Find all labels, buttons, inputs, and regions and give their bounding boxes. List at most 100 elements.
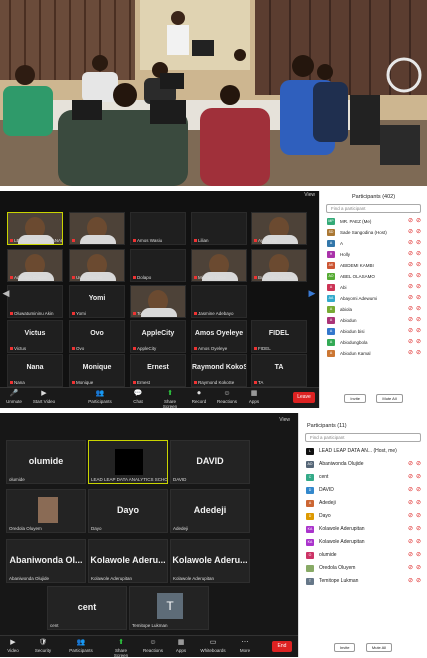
video-tile[interactable]: Dayo Dayo: [88, 489, 168, 533]
video-tile[interactable]: T Temitope Lukman: [129, 586, 209, 630]
invite-button[interactable]: Invite: [344, 394, 366, 403]
participant-row[interactable]: A A ⊘ ⊘: [320, 238, 427, 249]
participant-row[interactable]: H Holly ⊘ ⊘: [320, 249, 427, 260]
avatar: A: [327, 284, 335, 291]
reactions-button[interactable]: ☺ Reactions: [215, 390, 239, 404]
participant-row[interactable]: D DAVID ⊘ ⊘: [299, 484, 427, 497]
mic-off-icon: ⊘: [415, 262, 421, 268]
apps-button[interactable]: ▦ Apps: [168, 639, 194, 653]
video-tile[interactable]: Uwe Olawale: [69, 249, 125, 282]
leave-button[interactable]: Leave: [293, 392, 315, 403]
video-tile[interactable]: Kolawole Aderu... Kolawole Aderupitan: [170, 539, 250, 583]
mute-all-button[interactable]: Mute All: [365, 643, 393, 652]
mic-off-icon: ⊘: [415, 578, 421, 584]
participant-row[interactable]: A Adedeji ⊘ ⊘: [299, 497, 427, 510]
invite-button[interactable]: Invite: [333, 643, 356, 652]
video-tile[interactable]: Adedeji Adedeji: [170, 489, 250, 533]
participant-row[interactable]: A Abiodun ⊘ ⊘: [320, 315, 427, 326]
video-tile[interactable]: Monique Monique: [69, 354, 125, 387]
toolbar-label: Apps: [248, 399, 260, 404]
participant-row[interactable]: KA Kolawole Aderupitan ⊘ ⊘: [299, 536, 427, 549]
participant-label: Jasmine Adebayo: [194, 311, 234, 316]
participant-row[interactable]: D Dayo ⊘ ⊘: [299, 510, 427, 523]
participant-row[interactable]: MP MR. PAEZ (Me) ⊘ ⊘: [320, 216, 427, 227]
apps-button[interactable]: ▦ Apps: [242, 390, 266, 404]
participant-name: Kolawole Aderu...: [172, 555, 248, 565]
video-tile[interactable]: Ernest Ernest: [130, 354, 186, 387]
participants-button[interactable]: 👥 Participants: [88, 390, 112, 404]
video-tile[interactable]: DAVID DAVID: [170, 440, 250, 484]
video-tile[interactable]: Lilian: [191, 212, 247, 245]
participant-row[interactable]: A Abiodungbola ⊘ ⊘: [320, 337, 427, 348]
participant-row[interactable]: AO Abaniwonda Olujide ⊘ ⊘: [299, 458, 427, 471]
whiteboards-button[interactable]: ▭ Whiteboards: [200, 639, 226, 653]
video-tile[interactable]: Busolami Akinwade: [251, 249, 307, 282]
view-button[interactable]: View: [304, 192, 315, 198]
reactions-button[interactable]: ☺ Reactions: [140, 639, 166, 653]
share-screen-button[interactable]: ⬆ Share Screen: [158, 390, 182, 409]
chat-button[interactable]: 💬 Chat: [126, 390, 150, 404]
video-tile[interactable]: Amos Oyeleye Amos Oyeleye: [191, 320, 247, 353]
video-tile[interactable]: Ovo Ovo: [69, 320, 125, 353]
participants-button[interactable]: 👥 Participants: [68, 639, 94, 653]
video-tile[interactable]: Oluwatumininu Akin: [7, 285, 63, 318]
video-tile[interactable]: Dolapo: [130, 249, 186, 282]
record-button[interactable]: ⏺ Record: [187, 390, 211, 404]
video-tile[interactable]: FIDEL FIDEL: [251, 320, 307, 353]
toolbar-label: Reactions: [216, 399, 237, 404]
video-tile[interactable]: cent cent: [47, 586, 127, 630]
video-tile[interactable]: Jasmine Adebayo: [191, 285, 247, 318]
prev-page-arrow[interactable]: ◀: [1, 288, 11, 300]
video-tile[interactable]: Yomi Yomi: [69, 285, 125, 318]
video-tile[interactable]: [69, 212, 125, 245]
view-button[interactable]: View: [279, 417, 290, 423]
video-tile[interactable]: Nana Nana: [7, 354, 63, 387]
video-tile[interactable]: Kolawole Aderu... Kolawole Aderupitan: [88, 539, 168, 583]
start-video-button[interactable]: ▶ Start Video: [32, 390, 56, 404]
participant-search-input[interactable]: Find a participant: [305, 433, 421, 442]
video-tile[interactable]: Tolu: [130, 285, 186, 318]
video-tile[interactable]: Abaniwonda Ol... Abaniwonda Olujide: [6, 539, 86, 583]
mute-all-button[interactable]: Mute All: [376, 394, 403, 403]
participant-row[interactable]: T Temitope Lukman ⊘ ⊘: [299, 575, 427, 588]
participant-row[interactable]: AO ABEL OLASAMO ⊘ ⊘: [320, 271, 427, 282]
participant-row[interactable]: AA Abayomi Adewumi ⊘ ⊘: [320, 293, 427, 304]
participant-label: Victus: [10, 346, 26, 351]
video-tile[interactable]: Adenayo Olajide: [7, 249, 63, 282]
participant-row[interactable]: Oredola Oluyem ⊘ ⊘: [299, 562, 427, 575]
participant-label: Monique: [72, 380, 93, 385]
video-tile[interactable]: TA TA: [251, 354, 307, 387]
participant-name: Kolawole Aderu...: [90, 555, 166, 565]
video-tile[interactable]: LEAD LEAP DATA ANALYTICS SCHOOL: [88, 440, 168, 484]
participant-name: Victus: [24, 330, 46, 337]
participant-row[interactable]: Ccent ⊘ ⊘: [299, 471, 427, 484]
more-button[interactable]: ⋯ More: [232, 639, 258, 653]
avatar: A: [327, 339, 335, 346]
security-button[interactable]: 🛡 Security: [30, 639, 56, 653]
video-tile[interactable]: Oredola Oluyem: [6, 489, 86, 533]
participant-row[interactable]: SD Sade Sangodina (Host) ⊘ ⊘: [320, 227, 427, 238]
end-button[interactable]: End: [272, 641, 292, 652]
participant-row[interactable]: AK ABIDEMI KAMBI ⊘ ⊘: [320, 260, 427, 271]
participant-row[interactable]: Oolumide ⊘ ⊘: [299, 549, 427, 562]
video-off-icon: ⊘: [407, 500, 413, 506]
participant-row[interactable]: A Abiodun Kamal ⊘ ⊘: [320, 348, 427, 359]
video-tile[interactable]: Amos Wasiu: [130, 212, 186, 245]
video-button[interactable]: ▶ Video: [0, 639, 26, 653]
participant-row[interactable]: KA Kolawole Aderupitan ⊘ ⊘: [299, 523, 427, 536]
video-tile[interactable]: LEAD LEAP DATA ANALY: [7, 212, 63, 245]
participant-row[interactable]: A Abiodun bisi ⊘ ⊘: [320, 326, 427, 337]
video-tile[interactable]: Victus Victus: [7, 320, 63, 353]
video-tile[interactable]: AppleCity AppleCity: [130, 320, 186, 353]
unmute-button[interactable]: 🎤 Unmute: [2, 390, 26, 404]
video-tile[interactable]: Michael Ugbo: [191, 249, 247, 282]
next-page-arrow[interactable]: ▶: [307, 288, 317, 300]
participant-row[interactable]: L LEAD LEAP DATA AN... (Host, me): [299, 445, 427, 458]
video-tile[interactable]: Raymond KokoSe Raymond KokoSe: [191, 354, 247, 387]
participant-search-input[interactable]: Find a participant: [326, 204, 421, 213]
video-tile[interactable]: olumide olumide: [6, 440, 86, 484]
share-screen-button[interactable]: ⬆ Share Screen: [108, 639, 134, 658]
participant-row[interactable]: Aabiola ⊘ ⊘: [320, 304, 427, 315]
participant-row[interactable]: A Abi ⊘ ⊘: [320, 282, 427, 293]
video-tile[interactable]: Ayo Nnaji: [251, 212, 307, 245]
